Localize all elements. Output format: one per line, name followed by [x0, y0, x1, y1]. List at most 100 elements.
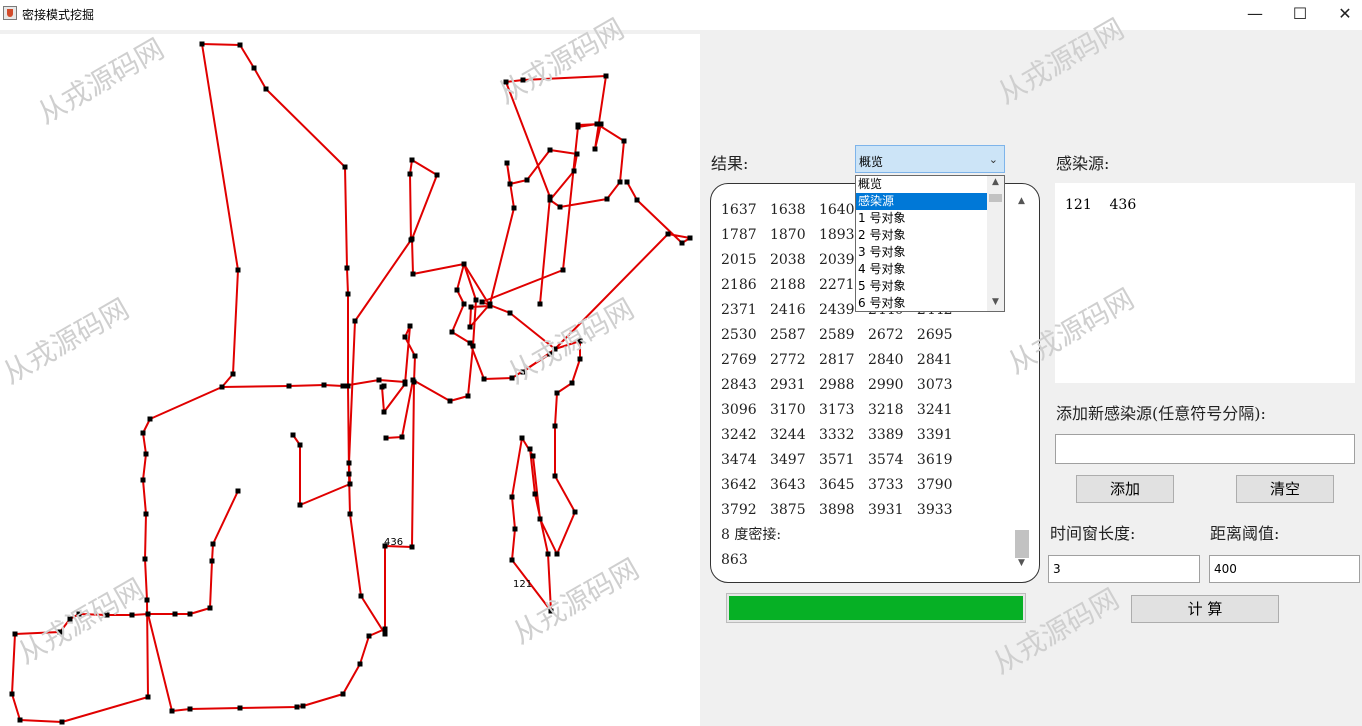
view-dropdown-list[interactable]: 概览 感染源 1 号对象 2 号对象 3 号对象 4 号对象 5 号对象 6 号对象 ▲ ▼	[855, 175, 1005, 312]
trajectory-point	[552, 473, 558, 479]
trajectory-point	[76, 611, 82, 617]
trajectory-graph	[9, 41, 693, 725]
trajectory-path	[292, 159, 477, 506]
distance-threshold-input[interactable]: 400	[1209, 555, 1360, 583]
trajectory-point	[412, 353, 418, 359]
trajectory-point	[345, 291, 351, 297]
trajectory-point	[592, 146, 598, 152]
results-scrollbar[interactable]: ▲ ▼	[1013, 192, 1031, 576]
scroll-up-icon[interactable]: ▲	[987, 177, 1004, 187]
trajectory-point	[402, 334, 408, 340]
trajectory-point	[512, 526, 518, 532]
time-window-label: 时间窗长度:	[1050, 524, 1136, 543]
trajectory-point	[449, 329, 455, 335]
trajectory-point	[12, 631, 18, 637]
trajectory-point	[467, 340, 473, 346]
trajectory-point	[187, 706, 193, 712]
close-button[interactable]: ✕	[1322, 0, 1362, 30]
trajectory-point	[340, 383, 346, 389]
maximize-button[interactable]: ☐	[1277, 0, 1323, 30]
trajectory-point	[147, 416, 153, 422]
trajectory-point	[17, 717, 23, 723]
trajectory-point	[209, 558, 215, 564]
java-app-icon	[3, 6, 17, 20]
dropdown-option[interactable]: 3 号对象	[856, 244, 987, 261]
trajectory-point	[199, 41, 205, 47]
trajectory-point	[572, 509, 578, 515]
trajectory-point	[381, 409, 387, 415]
trajectory-point	[507, 310, 513, 316]
trajectory-point	[504, 160, 510, 166]
trajectory-point	[382, 631, 388, 637]
trajectory-point	[461, 301, 467, 307]
trajectory-point	[340, 691, 346, 697]
view-select[interactable]: 概览 ⌄	[855, 145, 1005, 173]
trajectory-point	[547, 147, 553, 153]
trajectory-path	[201, 43, 406, 388]
infection-source-box: 121 436	[1055, 183, 1355, 383]
add-button[interactable]: 添加	[1076, 475, 1174, 503]
add-source-input[interactable]	[1055, 434, 1355, 464]
trajectory-point	[473, 297, 479, 303]
trajectory-point	[574, 151, 580, 157]
trajectory-point	[297, 502, 303, 508]
trajectory-point	[286, 383, 292, 389]
dropdown-option[interactable]: 2 号对象	[856, 227, 987, 244]
dropdown-option[interactable]: 概览	[856, 176, 987, 193]
trajectory-point	[524, 177, 530, 183]
trajectory-point	[235, 488, 241, 494]
trajectory-point	[409, 544, 415, 550]
trajectory-point	[479, 299, 485, 305]
trajectory-point	[548, 608, 554, 614]
trajectory-point	[509, 375, 515, 381]
scroll-down-icon[interactable]: ▼	[987, 297, 1004, 307]
trajectory-point	[237, 42, 243, 48]
scroll-down-icon[interactable]: ▼	[1013, 558, 1030, 568]
trajectory-canvas[interactable]: 436 121	[0, 34, 700, 726]
trajectory-point	[552, 423, 558, 429]
point-label-121: 121	[513, 579, 533, 590]
dropdown-scrollbar[interactable]: ▲ ▼	[987, 176, 1004, 311]
trajectory-point	[344, 265, 350, 271]
point-label-436: 436	[384, 537, 404, 548]
compute-button[interactable]: 计 算	[1131, 595, 1279, 623]
scroll-thumb[interactable]	[1015, 530, 1029, 558]
trajectory-point	[346, 471, 352, 477]
trajectory-point	[604, 196, 610, 202]
trajectory-point	[143, 451, 149, 457]
trajectory-point	[172, 611, 178, 617]
trajectory-path	[463, 75, 625, 328]
minimize-button[interactable]: —	[1232, 0, 1278, 30]
scroll-up-icon[interactable]: ▲	[1013, 196, 1030, 206]
trajectory-point	[577, 356, 583, 362]
trajectory-point	[617, 179, 623, 185]
trajectory-point	[447, 398, 453, 404]
trajectory-point	[352, 318, 358, 324]
trajectory-point	[67, 616, 73, 622]
dropdown-option[interactable]: 1 号对象	[856, 210, 987, 227]
trajectory-point	[603, 73, 609, 79]
trajectory-point	[527, 446, 533, 452]
dropdown-option[interactable]: 4 号对象	[856, 261, 987, 278]
trajectory-point	[468, 304, 474, 310]
time-window-input[interactable]: 3	[1048, 555, 1200, 583]
clear-button[interactable]: 清空	[1236, 475, 1334, 503]
trajectory-point	[376, 377, 382, 383]
trajectory-path	[147, 613, 386, 712]
trajectory-point	[230, 371, 236, 377]
trajectory-point	[687, 235, 693, 241]
trajectory-point	[219, 384, 225, 390]
infection-source-label: 感染源:	[1056, 154, 1110, 173]
trajectory-point	[263, 86, 269, 92]
dropdown-option[interactable]: 5 号对象	[856, 278, 987, 295]
trajectory-path	[385, 379, 469, 439]
trajectory-point	[57, 629, 63, 635]
add-source-label: 添加新感染源(任意符号分隔):	[1056, 404, 1266, 423]
trajectory-point	[598, 121, 604, 127]
dropdown-option[interactable]: 感染源	[856, 193, 987, 210]
trajectory-point	[571, 168, 577, 174]
trajectory-point	[251, 65, 257, 71]
trajectory-point	[383, 435, 389, 441]
dropdown-option[interactable]: 6 号对象	[856, 295, 987, 311]
dropdown-scroll-thumb[interactable]	[989, 194, 1002, 202]
